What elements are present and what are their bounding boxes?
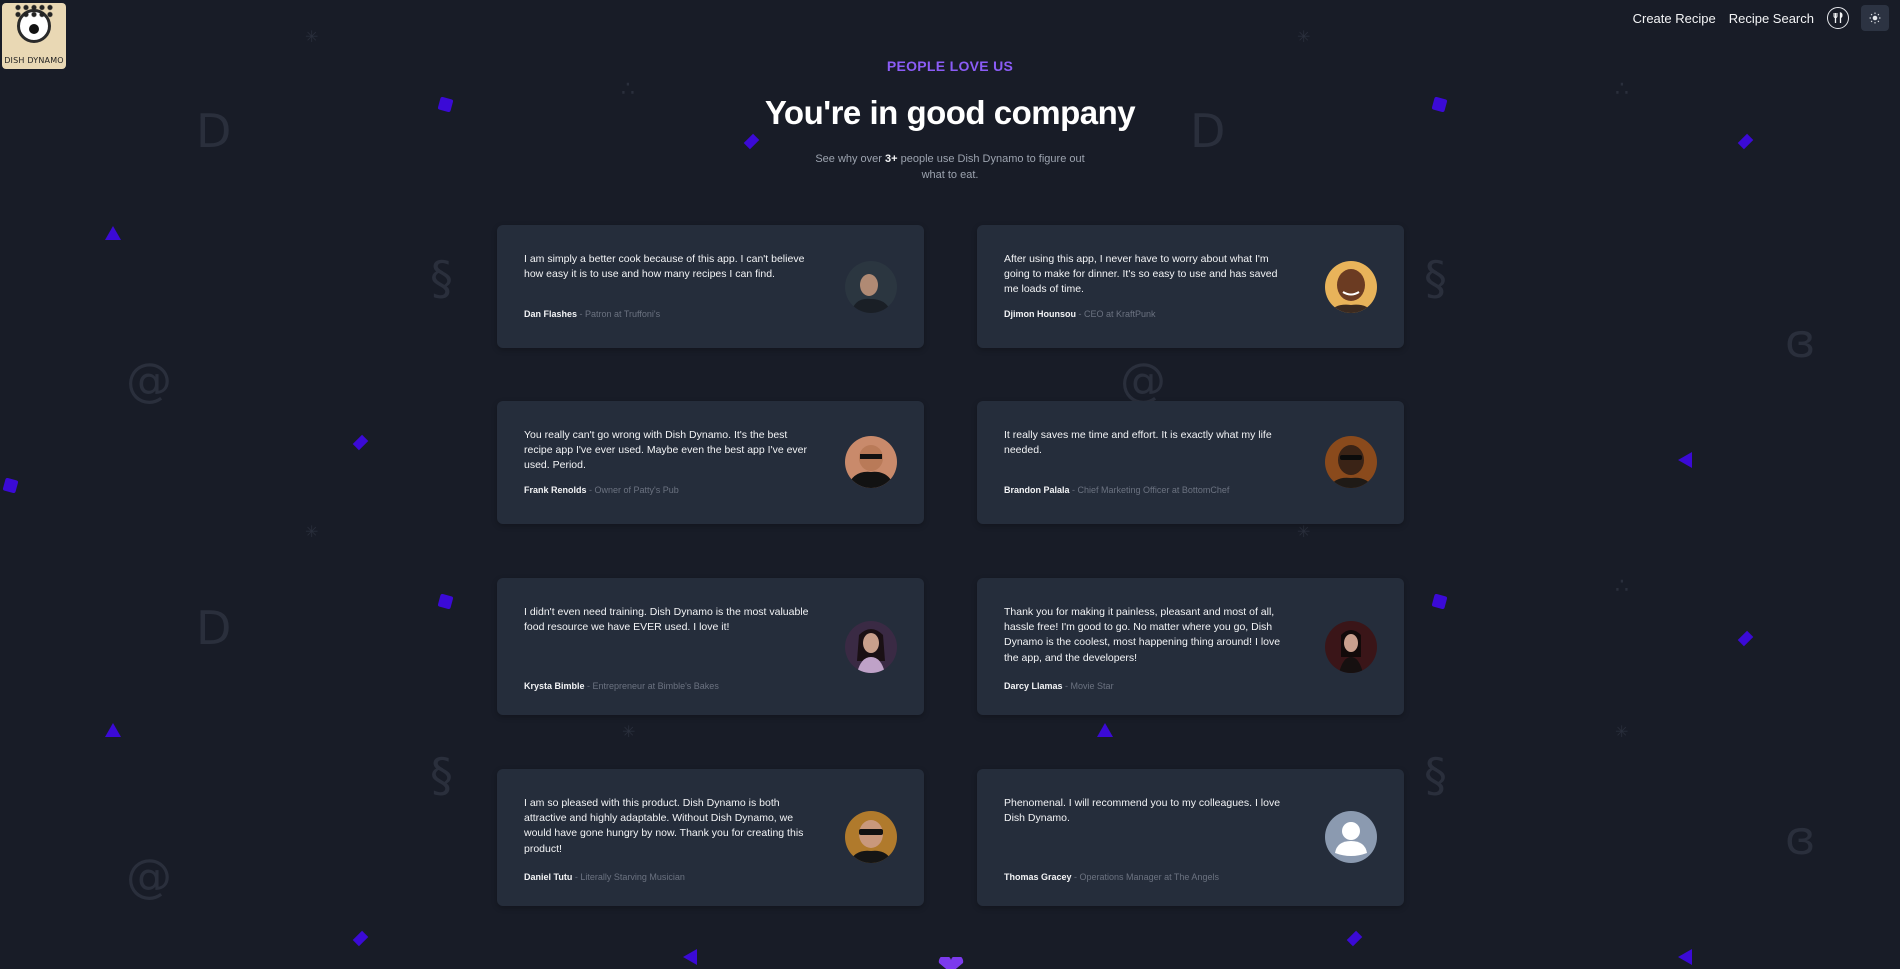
testimonial-quote: Thank you for making it painless, pleasa… <box>1004 606 1281 664</box>
author-name: Frank Renolds <box>524 485 587 495</box>
triangle-shape <box>105 226 121 240</box>
author-name: Daniel Tutu <box>524 872 573 882</box>
testimonial-author: Darcy Llamas - Movie Star <box>1004 681 1114 691</box>
testimonial-card: After using this app, I never have to wo… <box>977 225 1404 348</box>
square-shape <box>2 477 19 494</box>
testimonial-card: I didn't even need training. Dish Dynamo… <box>497 578 924 715</box>
author-name: Djimon Hounsou <box>1004 309 1076 319</box>
testimonial-quote: Phenomenal. I will recommend you to my c… <box>1004 797 1281 825</box>
sparkle-shape: ✳ <box>1297 524 1311 541</box>
triangle-shape <box>105 723 121 737</box>
logo-icon <box>14 4 54 43</box>
diamond-shape <box>1346 930 1363 947</box>
nav-create-recipe[interactable]: Create Recipe <box>1633 11 1716 26</box>
nav-recipe-search[interactable]: Recipe Search <box>1729 11 1814 26</box>
squiggle-shape: § <box>430 748 453 802</box>
author-name: Thomas Gracey <box>1004 872 1072 882</box>
sparkle-shape: ✳ <box>1615 724 1629 741</box>
squiggle-shape: § <box>1424 251 1447 305</box>
squiggle-shape: § <box>1424 748 1447 802</box>
squiggle-shape: @ <box>1120 353 1166 407</box>
diamond-shape <box>352 930 369 947</box>
squiggle-shape: ɞ <box>1785 811 1816 865</box>
testimonial-card: I am simply a better cook because of thi… <box>497 225 924 348</box>
decorative-background: D D D § § § § @ @ @ ɞ ɞ ∴ ∴ ∴ ✳ ✳ ✳ ✳ ✳ … <box>0 0 1900 969</box>
testimonial-author: Frank Renolds - Owner of Patty's Pub <box>524 485 679 495</box>
squiggle-shape: ɞ <box>1785 314 1816 368</box>
page-title: You're in good company <box>764 94 1136 131</box>
avatar <box>845 621 897 673</box>
default-avatar-icon <box>1325 811 1377 863</box>
author-name: Brandon Palala <box>1004 485 1070 495</box>
square-shape <box>1431 593 1448 610</box>
testimonial-author: Daniel Tutu - Literally Starving Musicia… <box>524 872 685 882</box>
testimonial-author: Krysta Bimble - Entrepreneur at Bimble's… <box>524 681 719 691</box>
author-role: Literally Starving Musician <box>580 872 685 882</box>
testimonial-quote: You really can't go wrong with Dish Dyna… <box>524 429 808 472</box>
sparkle-shape: ✳ <box>305 524 319 541</box>
avatar <box>845 811 897 863</box>
avatar <box>845 436 897 488</box>
diamond-shape <box>1737 133 1754 150</box>
avatar <box>1325 621 1377 673</box>
avatar <box>845 261 897 313</box>
subtitle-suffix: people use Dish Dynamo to figure out wha… <box>897 153 1085 181</box>
dots-shape: ∴ <box>1615 573 1629 598</box>
user-count: 3+ <box>885 153 898 165</box>
top-nav: Create Recipe Recipe Search <box>1633 0 1900 36</box>
triangle-shape <box>683 949 697 965</box>
testimonial-quote: I am so pleased with this product. Dish … <box>524 797 804 855</box>
sparkle-shape: ✳ <box>622 724 636 741</box>
avatar <box>1325 436 1377 488</box>
author-role: Patron at Truffoni's <box>585 309 661 319</box>
sun-icon[interactable] <box>1861 5 1889 31</box>
testimonial-author: Brandon Palala - Chief Marketing Officer… <box>1004 485 1230 495</box>
author-role: Entrepreneur at Bimble's Bakes <box>592 681 719 691</box>
squiggle-shape: @ <box>126 849 172 903</box>
squiggle-shape: @ <box>126 353 172 407</box>
testimonial-quote: I didn't even need training. Dish Dynamo… <box>524 606 809 634</box>
author-role: Operations Manager at The Angels <box>1079 872 1219 882</box>
triangle-shape <box>1678 452 1692 468</box>
author-role: CEO at KraftPunk <box>1084 309 1156 319</box>
page-subtitle: See why over 3+ people use Dish Dynamo t… <box>810 151 1090 183</box>
section-eyebrow: PEOPLE LOVE US <box>886 58 1014 74</box>
sparkle-shape: ✳ <box>305 29 319 46</box>
testimonial-author: Thomas Gracey - Operations Manager at Th… <box>1004 872 1219 882</box>
author-name: Krysta Bimble <box>524 681 585 691</box>
testimonial-card: I am so pleased with this product. Dish … <box>497 769 924 906</box>
testimonial-quote: It really saves me time and effort. It i… <box>1004 429 1272 457</box>
squiggle-shape: D <box>196 601 232 655</box>
testimonial-author: Djimon Hounsou - CEO at KraftPunk <box>1004 309 1156 319</box>
squiggle-shape: § <box>430 251 453 305</box>
author-name: Darcy Llamas <box>1004 681 1063 691</box>
testimonial-card: Thank you for making it painless, pleasa… <box>977 578 1404 715</box>
triangle-shape <box>1097 723 1113 737</box>
author-role: Owner of Patty's Pub <box>594 485 679 495</box>
diamond-shape <box>743 133 760 150</box>
heart-icon <box>938 957 964 969</box>
diamond-shape <box>1737 630 1754 647</box>
utensils-glyph <box>1833 12 1843 23</box>
sun-glyph <box>1869 12 1881 24</box>
diamond-shape <box>352 434 369 451</box>
testimonial-quote: I am simply a better cook because of thi… <box>524 253 805 281</box>
testimonial-card: Phenomenal. I will recommend you to my c… <box>977 769 1404 906</box>
author-role: Movie Star <box>1070 681 1114 691</box>
testimonial-quote: After using this app, I never have to wo… <box>1004 253 1278 296</box>
triangle-shape <box>1678 949 1692 965</box>
testimonial-author: Dan Flashes - Patron at Truffoni's <box>524 309 661 319</box>
sparkle-shape: ✳ <box>1297 29 1311 46</box>
subtitle-prefix: See why over <box>815 153 886 165</box>
testimonial-card: It really saves me time and effort. It i… <box>977 401 1404 524</box>
square-shape <box>437 593 454 610</box>
avatar <box>1325 261 1377 313</box>
utensils-icon[interactable] <box>1827 7 1849 29</box>
testimonial-card: You really can't go wrong with Dish Dyna… <box>497 401 924 524</box>
author-role: Chief Marketing Officer at BottomChef <box>1077 485 1230 495</box>
author-name: Dan Flashes <box>524 309 578 319</box>
